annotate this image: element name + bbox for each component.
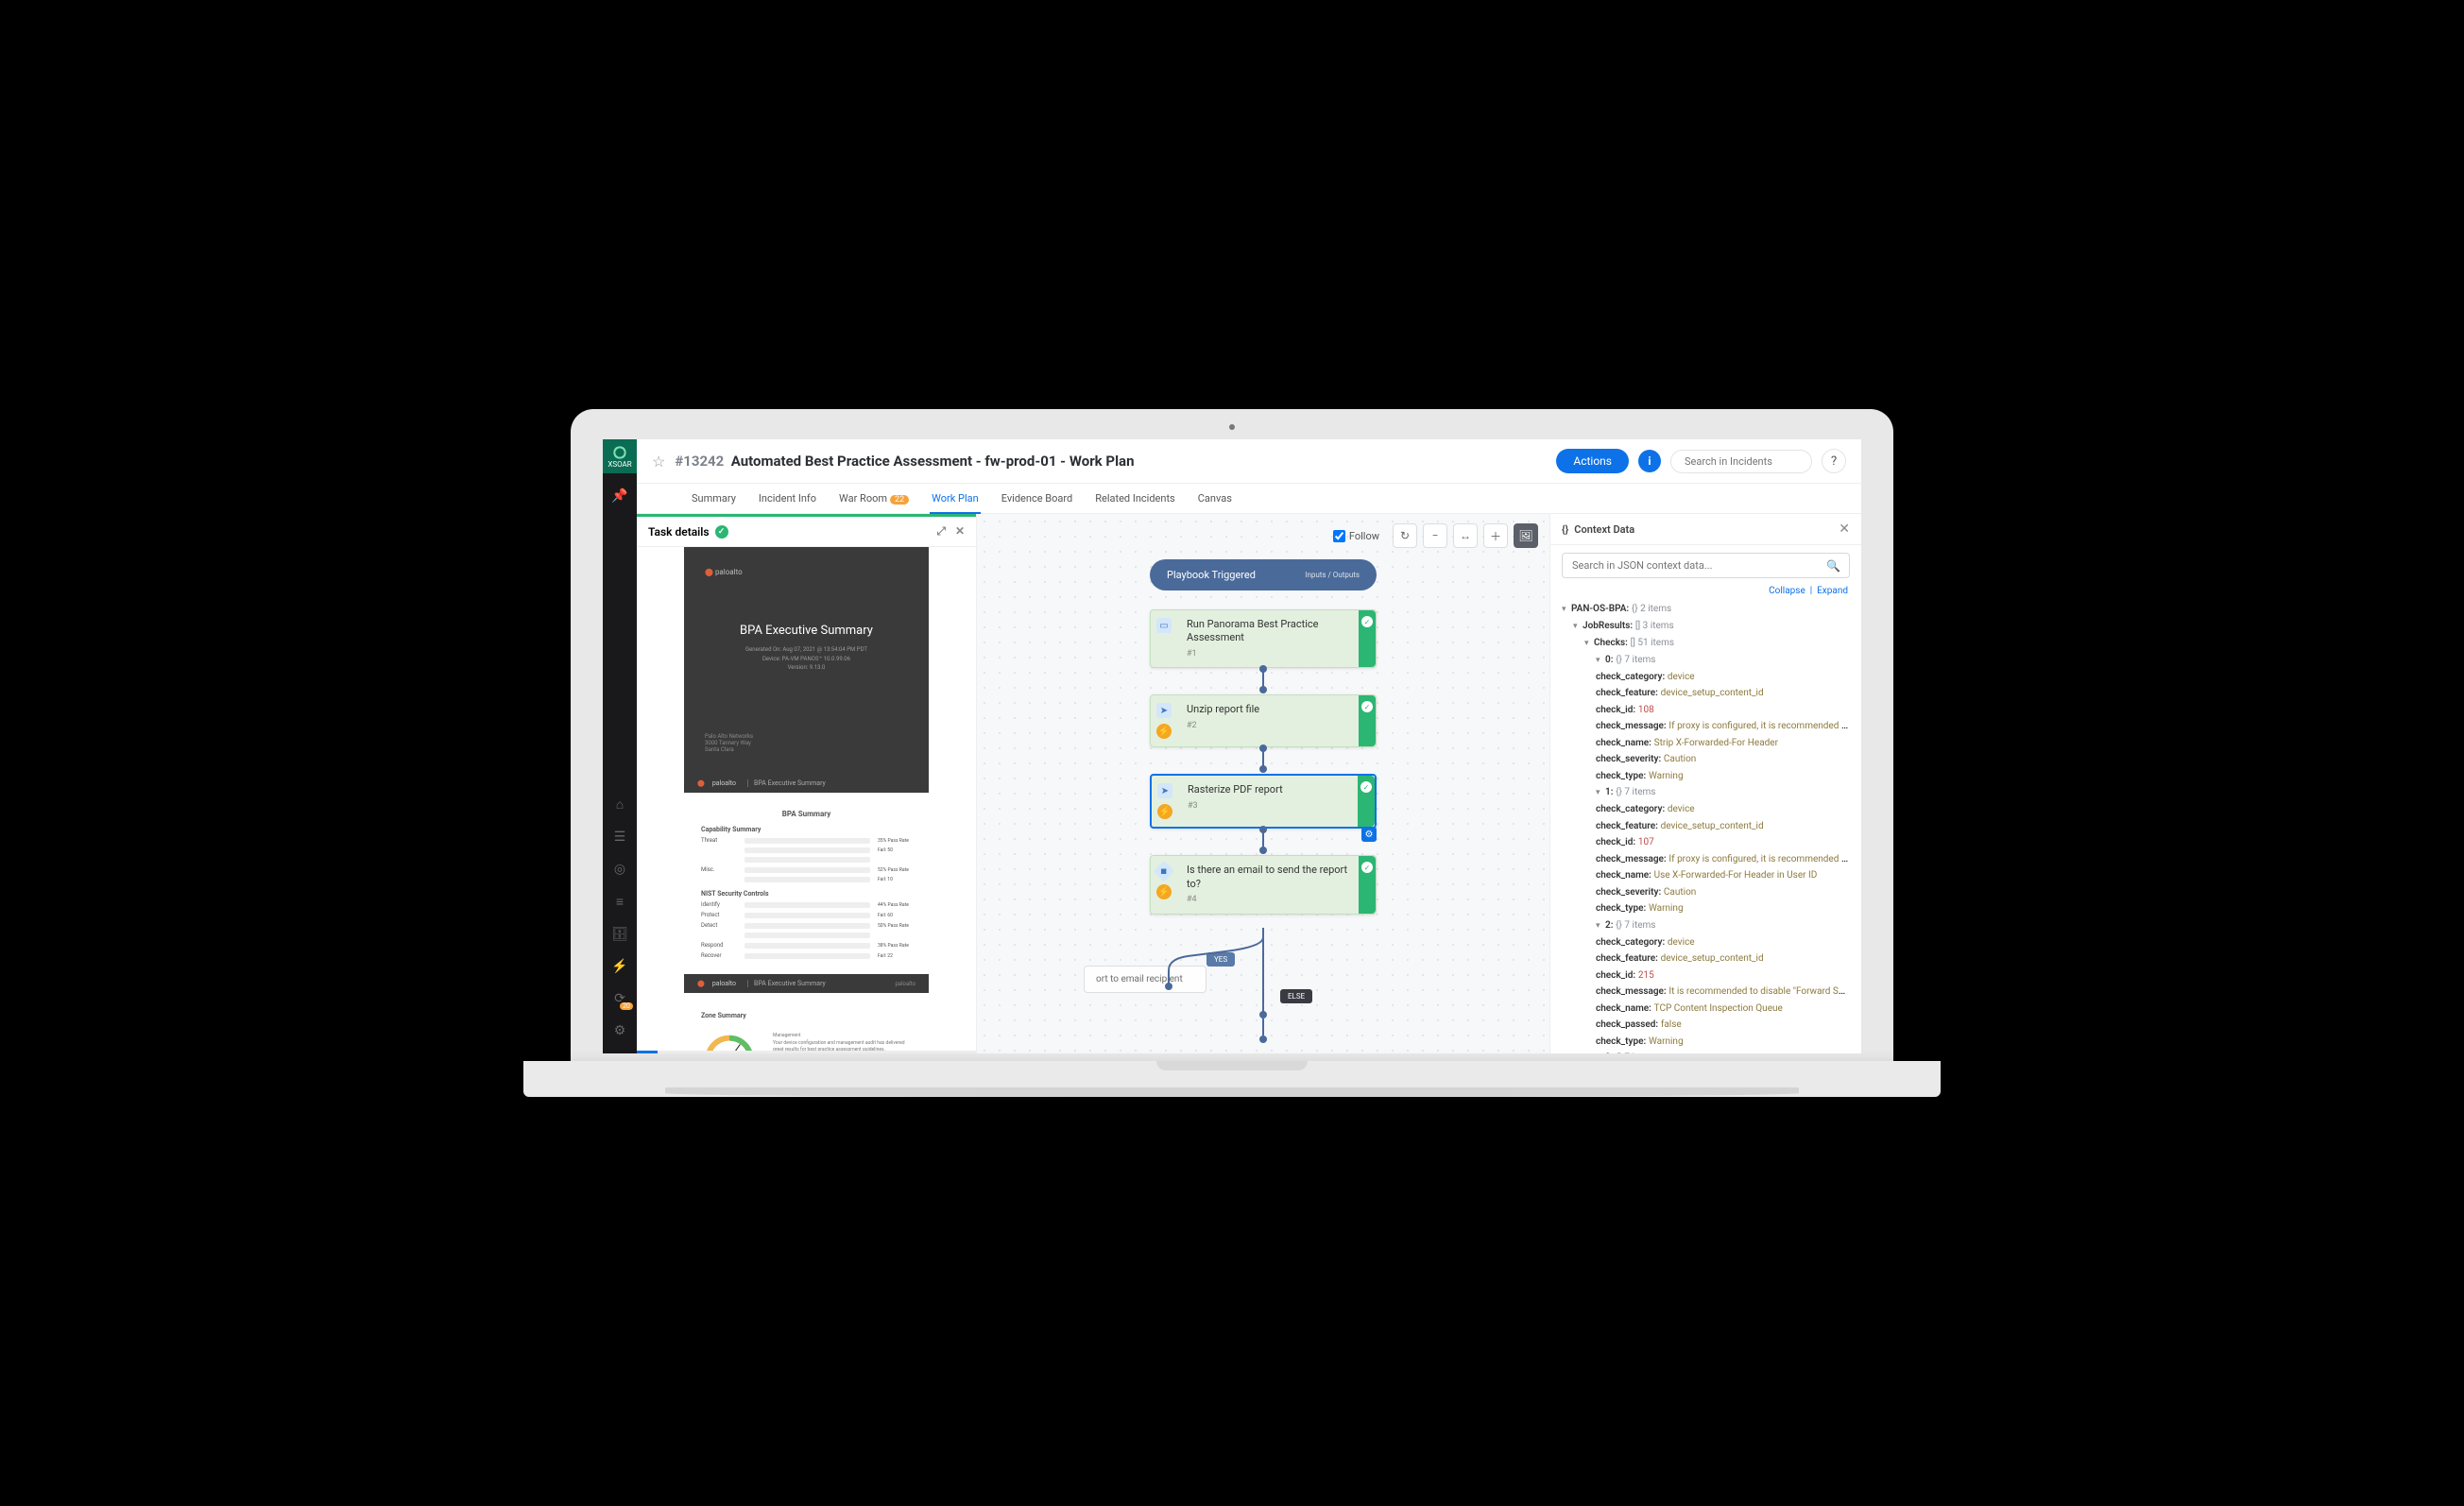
tab-work-plan[interactable]: Work Plan xyxy=(930,484,981,513)
actions-button[interactable]: Actions xyxy=(1556,449,1629,473)
search-incidents-input[interactable] xyxy=(1670,450,1812,473)
expand-button[interactable]: Expand xyxy=(1817,586,1848,596)
close-icon[interactable]: ✕ xyxy=(1839,522,1850,537)
playbook-trigger-node[interactable]: Playbook Triggered Inputs / Outputs xyxy=(1150,559,1377,590)
task-node[interactable]: ◆⚡Is there an email to send the report t… xyxy=(1150,855,1377,914)
camera-icon xyxy=(1229,424,1235,430)
context-data-panel: {}Context Data ✕ 🔍 Collapse | Expand xyxy=(1549,514,1861,1053)
left-nav: XSOAR 📌 ⌂ ☰ ◎ ≡ 🗄 ⚡ ⟳20 ⚙ xyxy=(603,439,637,1053)
check-icon: ✓ xyxy=(715,525,728,539)
tab-war-room[interactable]: War Room22 xyxy=(837,484,911,513)
tab-incident-info[interactable]: Incident Info xyxy=(757,484,818,513)
branch-connectors xyxy=(1150,928,1377,1051)
zoom-in-icon[interactable]: ＋ xyxy=(1483,523,1508,548)
db-icon[interactable]: 🗄 xyxy=(611,927,628,942)
updates-icon[interactable]: ⟳20 xyxy=(614,991,625,1006)
tune-icon[interactable]: ≡ xyxy=(616,894,624,910)
list-icon[interactable]: ☰ xyxy=(614,830,626,845)
task-node[interactable]: ▭Run Panorama Best Practice Assessment#1… xyxy=(1150,609,1377,668)
gear-icon[interactable]: ⚙ xyxy=(614,1023,626,1038)
tab-canvas[interactable]: Canvas xyxy=(1196,484,1234,513)
task-details-panel: Task details ✓ ⤢ ✕ ⬤ paloalto BPA xyxy=(637,514,977,1053)
expand-icon[interactable]: ⤢ xyxy=(936,524,946,539)
pin-icon[interactable]: 📌 xyxy=(611,488,627,504)
zoom-out-icon[interactable]: − xyxy=(1423,523,1447,548)
follow-checkbox[interactable]: Follow xyxy=(1333,530,1379,542)
tab-related-incidents[interactable]: Related Incidents xyxy=(1093,484,1177,513)
task-details-title: Task details xyxy=(648,525,710,539)
gear-icon[interactable]: ⚙ xyxy=(1361,827,1377,842)
progress-bar xyxy=(637,1051,976,1053)
star-icon[interactable]: ☆ xyxy=(652,453,665,471)
tabs: Summary Incident Info War Room22 Work Plan E… xyxy=(637,484,1861,514)
page-header: ☆ #13242 Automated Best Practice Assessm… xyxy=(637,439,1861,484)
page-title: #13242 Automated Best Practice Assessmen… xyxy=(675,453,1547,470)
task-node[interactable]: ➤⚡Unzip report file#2✓ xyxy=(1150,694,1377,747)
tab-summary[interactable]: Summary xyxy=(690,484,738,513)
task-node[interactable]: ➤⚡Rasterize PDF report#3✓⚙ xyxy=(1150,774,1377,829)
help-button[interactable]: ? xyxy=(1822,449,1846,473)
fit-icon[interactable]: ↔ xyxy=(1453,523,1478,548)
collapse-button[interactable]: Collapse xyxy=(1769,586,1805,596)
bolt-icon[interactable]: ⚡ xyxy=(611,959,627,974)
braces-icon: {} xyxy=(1562,523,1568,536)
image-icon[interactable]: 🖼 xyxy=(1514,523,1538,548)
context-title: Context Data xyxy=(1574,523,1634,536)
laptop-mockup: XSOAR 📌 ⌂ ☰ ◎ ≡ 🗄 ⚡ ⟳20 ⚙ ☆ xyxy=(571,409,1893,1097)
playbook-canvas[interactable]: Follow ↻ − ↔ ＋ 🖼 Playbook Triggered Inpu… xyxy=(977,514,1549,1053)
brand-logo[interactable]: XSOAR xyxy=(603,439,637,473)
json-tree[interactable]: ▾PAN-OS-BPA: {} 2 items▾JobResults: [] 3… xyxy=(1550,596,1861,1053)
close-icon[interactable]: ✕ xyxy=(955,524,965,539)
refresh-icon[interactable]: ↻ xyxy=(1393,523,1417,548)
report-summary: BPA Summary Capability Summary Threat35%… xyxy=(684,793,929,974)
info-button[interactable]: i xyxy=(1638,450,1661,472)
target-icon[interactable]: ◎ xyxy=(614,862,625,877)
context-search-input[interactable] xyxy=(1562,553,1850,578)
home-icon[interactable]: ⌂ xyxy=(616,796,624,813)
report-cover: ⬤ paloalto BPA Executive Summary Generat… xyxy=(684,547,929,774)
search-icon[interactable]: 🔍 xyxy=(1826,559,1840,573)
tab-evidence-board[interactable]: Evidence Board xyxy=(1000,484,1075,513)
